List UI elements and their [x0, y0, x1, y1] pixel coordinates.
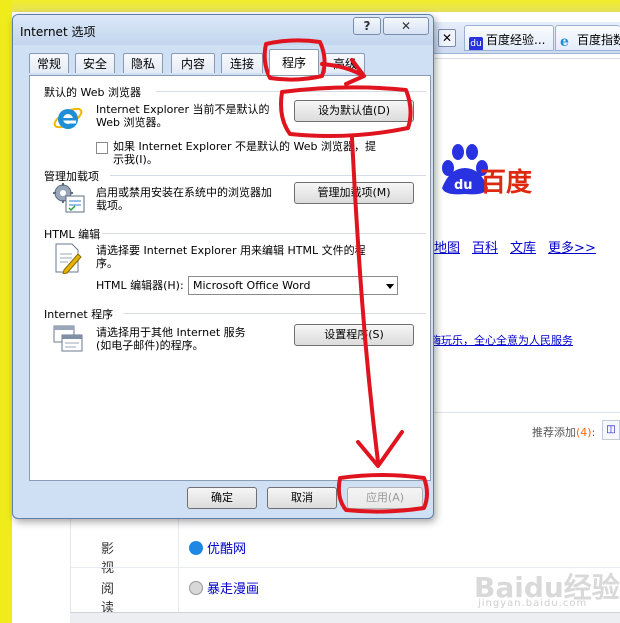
html-editor-select[interactable]: Microsoft Office Word	[188, 276, 398, 295]
tab-advanced[interactable]: 高级	[325, 53, 365, 73]
watermark-url: jingyan.baidu.com	[478, 598, 588, 609]
addons-description: 启用或禁用安装在系统中的浏览器加 载项。	[96, 186, 272, 212]
internet-options-dialog: Internet 选项 ? ✕ 常规 安全 隐私 内容 连接 程序 高级 默认的…	[12, 14, 434, 519]
group-title-html-editing: HTML 编辑	[44, 228, 101, 241]
cancel-button[interactable]: 取消	[267, 487, 337, 509]
column-divider	[178, 518, 179, 623]
baidu-nav-links: 地图 百科 文库 更多>>	[434, 237, 608, 256]
close-button[interactable]: ✕	[383, 17, 429, 35]
notify-default-label: 如果 Internet Explorer 不是默认的 Web 浏览器，提 示我(…	[113, 140, 376, 166]
ie-logo-icon: e	[560, 34, 569, 50]
nav-link-wenku[interactable]: 文库	[510, 241, 536, 256]
help-button[interactable]: ?	[353, 17, 381, 35]
section-divider	[432, 412, 620, 413]
internet-programs-description: 请选择用于其他 Internet 服务 (如电子邮件)的程序。	[96, 326, 246, 352]
programs-panel: 默认的 Web 浏览器 Internet Explorer 当前不是默认的 We…	[29, 75, 431, 481]
dialog-title: Internet 选项	[20, 25, 96, 39]
html-editor-icon	[55, 243, 82, 274]
dialog-titlebar[interactable]: Internet 选项 ? ✕	[13, 15, 433, 45]
tab-general[interactable]: 常规	[29, 53, 69, 73]
site-link-baozou[interactable]: 暴走漫画	[189, 578, 259, 597]
category-label: 影视	[101, 542, 115, 576]
category-label: 阅读	[101, 582, 115, 616]
group-divider	[102, 233, 426, 234]
group-divider	[124, 313, 426, 314]
addons-gear-icon	[53, 183, 85, 213]
dialog-footer: 确定 取消 应用(A)	[13, 481, 433, 518]
notify-default-checkbox[interactable]	[96, 142, 108, 154]
tab-content[interactable]: 内容	[171, 53, 215, 73]
apply-button[interactable]: 应用(A)	[347, 487, 423, 509]
baozou-icon	[189, 581, 203, 595]
html-editing-description: 请选择要 Internet Explorer 用来编辑 HTML 文件的程 序。	[96, 244, 366, 270]
baidu-logo-text: 百度	[480, 168, 533, 198]
set-default-button[interactable]: 设为默认值(D)	[294, 100, 414, 122]
recommend-label: 推荐添加(4):	[532, 426, 596, 439]
tab-connections[interactable]: 连接	[221, 53, 263, 73]
tab-programs[interactable]: 程序	[269, 49, 319, 75]
content-divider	[432, 58, 620, 59]
svg-text:du: du	[454, 178, 473, 193]
recommend-scroll-icon[interactable]: ◫	[602, 420, 620, 440]
slogan-link[interactable]: 嗨玩乐，全心全意为人民服务	[430, 332, 573, 348]
browser-tab-baidu-jingyan[interactable]: du 百度经验...	[464, 25, 554, 51]
browser-tab-baidu-index[interactable]: e百度指数	[555, 25, 620, 51]
baidu-paw-icon: du	[469, 37, 483, 50]
nav-link-more[interactable]: 更多>>	[548, 241, 596, 256]
internet-programs-icon	[53, 325, 83, 352]
desktop-background-top	[0, 0, 620, 12]
group-divider	[110, 175, 426, 176]
ie-logo-icon	[53, 107, 83, 129]
tab-security[interactable]: 安全	[75, 53, 115, 73]
desktop-background-left	[0, 0, 12, 623]
site-link-youku[interactable]: 优酷网	[189, 538, 246, 557]
default-browser-status: Internet Explorer 当前不是默认的 Web 浏览器。	[96, 103, 270, 129]
group-divider	[156, 91, 426, 92]
ok-button[interactable]: 确定	[187, 487, 257, 509]
desktop: ✕ du百度经验... e百度指数 du 百度 地图百科文库更多>> 嗨玩乐，全…	[0, 0, 620, 623]
nav-link-baike[interactable]: 百科	[472, 241, 498, 256]
group-title-default-browser: 默认的 Web 浏览器	[44, 86, 141, 99]
close-tab-icon[interactable]: ✕	[438, 29, 456, 47]
horizontal-scrollbar[interactable]	[70, 612, 620, 623]
chevron-down-icon	[386, 284, 394, 289]
group-title-internet-programs: Internet 程序	[44, 308, 114, 321]
tab-privacy[interactable]: 隐私	[123, 53, 163, 73]
manage-addons-button[interactable]: 管理加载项(M)	[294, 182, 414, 204]
html-editor-label: HTML 编辑器(H):	[96, 279, 184, 292]
youku-icon	[189, 541, 203, 555]
nav-link-map[interactable]: 地图	[434, 241, 460, 256]
set-programs-button[interactable]: 设置程序(S)	[294, 324, 414, 346]
